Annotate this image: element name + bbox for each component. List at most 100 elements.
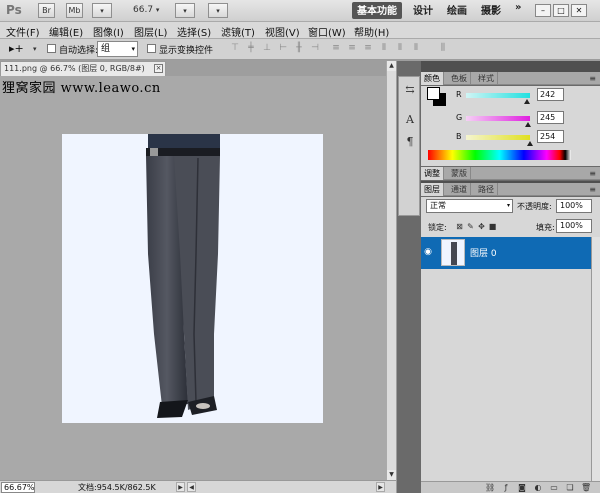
align-vcenter-icon[interactable]: ╪ — [245, 43, 257, 54]
scroll-down-icon[interactable]: ▼ — [387, 470, 396, 480]
view-extras-button[interactable]: ▾ — [92, 3, 112, 18]
paragraph-icon[interactable]: ¶ — [403, 135, 417, 149]
close-window-button[interactable]: ✕ — [571, 4, 587, 17]
workspace-essentials[interactable]: 基本功能 — [352, 2, 402, 19]
minibridge-button[interactable]: Mb — [66, 3, 83, 18]
fill-field[interactable]: 100% — [556, 219, 592, 233]
auto-align-icon[interactable]: ⫼ — [437, 43, 449, 54]
adjustment-icon[interactable]: ◐ — [533, 483, 543, 493]
scroll-left-icon[interactable]: ◀ — [187, 482, 196, 492]
zoom-level[interactable]: 66.7 ▾ — [133, 5, 159, 15]
menu-filter[interactable]: 滤镜(T) — [221, 24, 255, 39]
canvas[interactable] — [62, 134, 323, 423]
menu-select[interactable]: 选择(S) — [177, 24, 211, 39]
tab-layers[interactable]: 图层 — [421, 183, 444, 196]
channel-g-slider[interactable] — [466, 116, 530, 121]
tab-styles[interactable]: 样式 — [475, 72, 498, 85]
status-menu-arrow-icon[interactable]: ▶ — [176, 482, 185, 492]
auto-select-dropdown[interactable]: 组 ▾ — [97, 41, 138, 57]
scroll-right-icon[interactable]: ▶ — [376, 482, 385, 492]
tab-masks[interactable]: 蒙版 — [448, 167, 471, 180]
document-tab[interactable]: 111.png @ 66.7% (图层 0, RGB/8#) × — [0, 61, 166, 76]
tab-swatches[interactable]: 色板 — [448, 72, 471, 85]
align-hcenter-icon[interactable]: ╫ — [293, 43, 305, 54]
channel-r-slider[interactable] — [466, 93, 530, 98]
scroll-up-icon[interactable]: ▲ — [387, 61, 396, 71]
distribute-hcenter-icon[interactable]: ⦀ — [394, 43, 406, 54]
channel-b-slider[interactable] — [466, 135, 530, 140]
tab-adjustments[interactable]: 调整 — [421, 167, 444, 180]
distribute-left-icon[interactable]: ⦀ — [378, 43, 390, 54]
lock-image-icon[interactable]: ✎ — [466, 222, 475, 231]
group-icon[interactable]: ▭ — [549, 483, 559, 493]
channel-r-label: R — [456, 90, 462, 99]
maximize-button[interactable]: □ — [553, 4, 569, 17]
minimize-button[interactable]: – — [535, 4, 551, 17]
lock-position-icon[interactable]: ✥ — [477, 222, 486, 231]
channel-b-thumb[interactable] — [526, 141, 533, 146]
eye-icon[interactable]: ◉ — [423, 247, 433, 257]
trousers-thumbnail-image — [442, 240, 464, 265]
color-spectrum-ramp[interactable] — [428, 150, 571, 160]
workspace-design[interactable]: 设计 — [408, 2, 438, 19]
auto-select-checkbox[interactable] — [47, 44, 56, 53]
new-layer-icon[interactable]: ❏ — [565, 483, 575, 493]
tab-channels[interactable]: 通道 — [448, 183, 471, 196]
layer-row[interactable]: ◉ 图层 0 — [421, 237, 591, 269]
show-transform-checkbox[interactable] — [147, 44, 156, 53]
bridge-button[interactable]: Br — [38, 3, 55, 18]
menu-help[interactable]: 帮助(H) — [354, 24, 389, 39]
channel-g-label: G — [456, 113, 463, 122]
color-panel-header[interactable] — [421, 61, 600, 72]
align-bottom-icon[interactable]: ⊥ — [261, 43, 273, 54]
workspace-painting[interactable]: 绘画 — [442, 2, 472, 19]
zoom-field[interactable]: 66.67% — [1, 482, 35, 493]
layer-name[interactable]: 图层 0 — [470, 246, 497, 259]
distribute-bottom-icon[interactable]: ≡ — [362, 43, 374, 54]
trash-icon[interactable]: 🗑 — [581, 483, 591, 493]
opacity-field[interactable]: 100% — [556, 199, 592, 213]
close-icon[interactable]: × — [154, 64, 163, 73]
channel-b-value[interactable]: 254 — [537, 130, 564, 143]
document-workspace[interactable]: 狸窝家园 www.leawo.cn — [0, 76, 388, 480]
move-tool-icon[interactable]: ▸+ — [9, 42, 24, 55]
channel-g-thumb[interactable] — [524, 122, 531, 127]
lock-transparency-icon[interactable]: ⊠ — [455, 222, 464, 231]
blend-mode-select[interactable]: 正常 ▾ — [426, 199, 513, 213]
align-left-icon[interactable]: ⊢ — [277, 43, 289, 54]
fx-icon[interactable]: ƒ — [501, 483, 511, 493]
menu-layer[interactable]: 图层(L) — [134, 24, 167, 39]
screen-mode-button[interactable]: ▾ — [208, 3, 228, 18]
channel-r-value[interactable]: 242 — [537, 88, 564, 101]
channel-r-thumb[interactable] — [523, 99, 530, 104]
workspace-overflow[interactable]: » — [510, 2, 526, 19]
panel-menu-icon[interactable]: ≡ — [589, 185, 596, 194]
link-icon[interactable]: ⛓ — [485, 483, 495, 493]
layers-scrollbar[interactable] — [591, 237, 600, 481]
foreground-color-swatch[interactable] — [427, 87, 440, 100]
channel-g-value[interactable]: 245 — [537, 111, 564, 124]
distribute-right-icon[interactable]: ⦀ — [410, 43, 422, 54]
arrange-documents-button[interactable]: ▾ — [175, 3, 195, 18]
menu-edit[interactable]: 编辑(E) — [49, 24, 83, 39]
panel-menu-icon[interactable]: ≡ — [589, 169, 596, 178]
blend-mode-value: 正常 — [430, 201, 446, 210]
menu-view[interactable]: 视图(V) — [265, 24, 300, 39]
tab-color[interactable]: 颜色 — [421, 72, 444, 85]
distribute-top-icon[interactable]: ≡ — [330, 43, 342, 54]
tab-paths[interactable]: 路径 — [475, 183, 498, 196]
panel-menu-icon[interactable]: ≡ — [589, 74, 596, 83]
lock-all-icon[interactable]: ■ — [488, 222, 497, 231]
character-icon[interactable]: A — [403, 113, 417, 127]
align-right-icon[interactable]: ⊣ — [309, 43, 321, 54]
distribute-vcenter-icon[interactable]: ≡ — [346, 43, 358, 54]
menu-window[interactable]: 窗口(W) — [308, 24, 346, 39]
menu-image[interactable]: 图像(I) — [93, 24, 124, 39]
menu-file[interactable]: 文件(F) — [6, 24, 40, 39]
mask-icon[interactable]: ◙ — [517, 483, 527, 493]
align-top-icon[interactable]: ⊤ — [229, 43, 241, 54]
paragraph-style-icon[interactable]: ⇆ — [403, 83, 417, 97]
chevron-down-icon[interactable]: ▾ — [33, 45, 37, 53]
workspace-photography[interactable]: 摄影 — [476, 2, 506, 19]
vertical-scrollbar[interactable]: ▲ ▼ — [386, 61, 396, 480]
